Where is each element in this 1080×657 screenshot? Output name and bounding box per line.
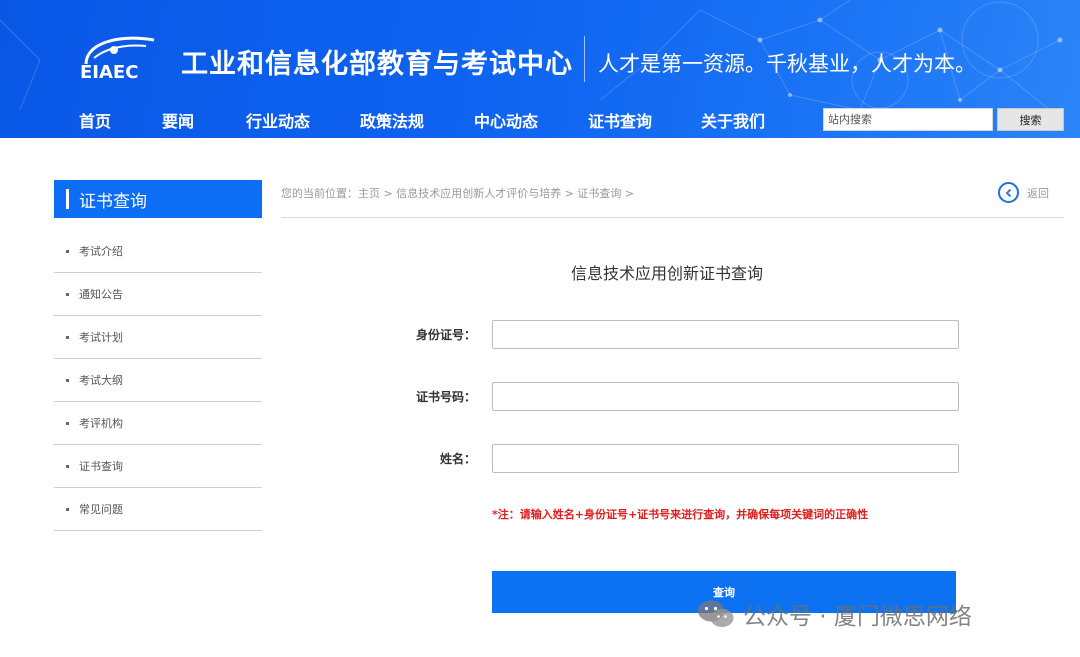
site-header: EIAEC 工业和信息化部教育与考试中心 人才是第一资源。千秋基业，人才为本。 … <box>0 0 1080 138</box>
sidebar-item-label: 常见问题 <box>79 503 123 516</box>
nav-about[interactable]: 关于我们 <box>701 108 765 132</box>
wechat-watermark: 公众号 · 厦门微思网络 <box>697 597 972 631</box>
sidebar-item-exam-plan[interactable]: 考试计划 <box>54 316 262 359</box>
site-title: 工业和信息化部教育与考试中心 <box>181 49 573 80</box>
nav-home[interactable]: 首页 <box>79 108 111 132</box>
main-nav: 首页 要闻 行业动态 政策法规 中心动态 证书查询 关于我们 <box>0 108 800 136</box>
eiaec-logo: EIAEC <box>80 36 155 82</box>
sidebar-item-label: 考评机构 <box>79 417 123 430</box>
wechat-icon <box>698 600 734 627</box>
site-search-button[interactable]: 搜索 <box>997 108 1064 131</box>
sidebar-header: 证书查询 <box>54 180 262 218</box>
back-arrow-icon <box>998 182 1019 203</box>
title-divider <box>584 36 585 82</box>
bullet-icon <box>66 464 69 468</box>
breadcrumb: 您的当前位置：主页 > 信息技术应用创新人才评价与培养 > 证书查询 > <box>281 187 635 200</box>
certificate-number-input[interactable] <box>492 382 959 411</box>
sidebar-item-faq[interactable]: 常见问题 <box>54 488 262 531</box>
id-number-label: 身份证号： <box>416 328 477 342</box>
site-search-input[interactable] <box>823 108 993 131</box>
sidebar-header-bar <box>66 189 69 209</box>
name-input[interactable] <box>492 444 959 473</box>
sidebar-menu: 考试介绍 通知公告 考试计划 考试大纲 考评机构 证书查询 常见问题 <box>54 230 262 531</box>
nav-news[interactable]: 要闻 <box>162 108 194 132</box>
svg-text:EIAEC: EIAEC <box>80 62 138 82</box>
sidebar-item-label: 考试介绍 <box>79 245 123 258</box>
bullet-icon <box>66 507 69 511</box>
sidebar-item-label: 证书查询 <box>79 460 123 473</box>
bullet-icon <box>66 249 69 253</box>
sidebar-item-exam-intro[interactable]: 考试介绍 <box>54 230 262 273</box>
sidebar-item-label: 通知公告 <box>79 288 123 301</box>
sidebar-item-institutions[interactable]: 考评机构 <box>54 402 262 445</box>
certificate-number-label: 证书号码： <box>416 390 477 404</box>
form-title: 信息技术应用创新证书查询 <box>571 264 764 283</box>
bullet-icon <box>66 335 69 339</box>
sidebar-title: 证书查询 <box>79 191 147 212</box>
nav-certificate-query[interactable]: 证书查询 <box>588 108 652 132</box>
nav-industry[interactable]: 行业动态 <box>246 108 310 132</box>
nav-policy[interactable]: 政策法规 <box>360 108 424 132</box>
sidebar-item-exam-syllabus[interactable]: 考试大纲 <box>54 359 262 402</box>
bullet-icon <box>66 421 69 425</box>
sidebar-item-label: 考试大纲 <box>79 374 123 387</box>
back-button[interactable]: 返回 <box>998 182 1049 203</box>
query-note: *注：请输入姓名+身份证号+证书号来进行查询，并确保每项关键词的正确性 <box>492 508 869 521</box>
site-slogan: 人才是第一资源。千秋基业，人才为本。 <box>598 52 976 76</box>
id-number-input[interactable] <box>492 320 959 349</box>
name-label: 姓名： <box>440 452 477 466</box>
sidebar-item-certificate-query[interactable]: 证书查询 <box>54 445 262 488</box>
nav-center-news[interactable]: 中心动态 <box>474 108 538 132</box>
bullet-icon <box>66 292 69 296</box>
bullet-icon <box>66 378 69 382</box>
sidebar-item-label: 考试计划 <box>79 331 123 344</box>
watermark-text: 公众号 · 厦门微思网络 <box>743 604 972 630</box>
back-label: 返回 <box>1027 186 1049 200</box>
sidebar-item-notices[interactable]: 通知公告 <box>54 273 262 316</box>
content-divider <box>281 217 1064 218</box>
